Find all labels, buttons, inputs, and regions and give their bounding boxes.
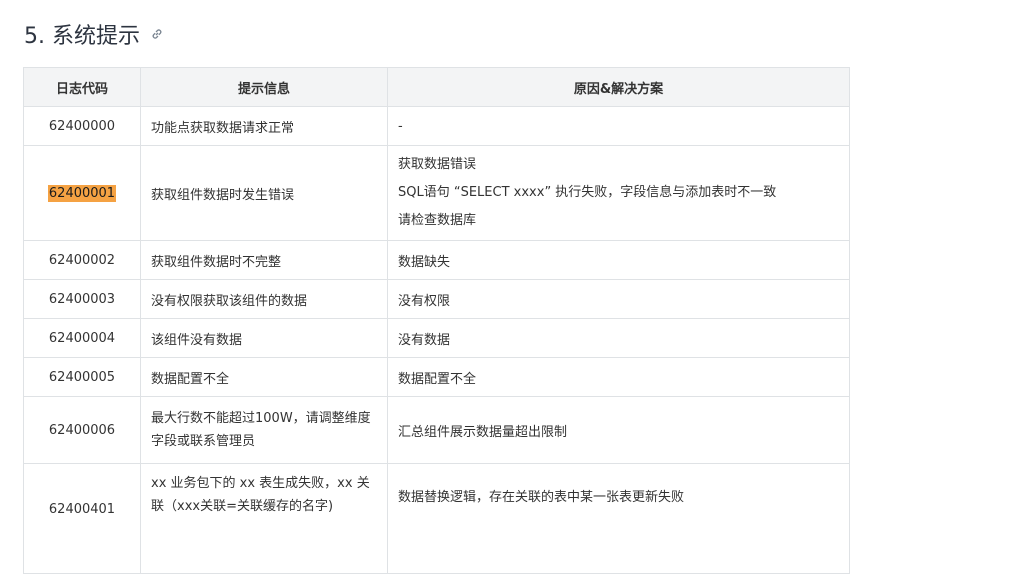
log-code-cell: 62400004 (23, 318, 141, 358)
message-cell: 最大行数不能超过100W，请调整维度字段或联系管理员 (140, 396, 388, 464)
log-code-cell: 62400002 (23, 240, 141, 280)
message-cell: 该组件没有数据 (140, 318, 388, 358)
log-code-cell: 62400005 (23, 357, 141, 397)
reason-line: 请检查数据库 (398, 213, 477, 228)
reason-cell: 没有数据 (387, 318, 850, 358)
table-row: 62400005 数据配置不全 数据配置不全 (23, 357, 850, 397)
table-row: 62400003 没有权限获取该组件的数据 没有权限 (23, 279, 850, 319)
header-reason: 原因&解决方案 (387, 67, 850, 107)
message-cell: 数据配置不全 (140, 357, 388, 397)
reason-cell: 数据替换逻辑，存在关联的表中某一张表更新失败 (387, 463, 850, 574)
log-code-cell: 62400000 (23, 106, 141, 146)
log-code-cell: 62400006 (23, 396, 141, 464)
reason-line: 获取数据错误 (398, 157, 477, 172)
header-message: 提示信息 (140, 67, 388, 107)
table-row: 62400000 功能点获取数据请求正常 - (23, 106, 850, 146)
reason-cell: 没有权限 (387, 279, 850, 319)
table-row: 62400401 xx 业务包下的 xx 表生成失败，xx 关联（xxx关联=关… (23, 463, 850, 574)
table-row: 62400002 获取组件数据时不完整 数据缺失 (23, 240, 850, 280)
link-icon[interactable] (150, 27, 164, 41)
log-code-cell: 62400001 (23, 145, 141, 241)
log-code-cell: 62400003 (23, 279, 141, 319)
reason-cell: 获取数据错误 SQL语句 “SELECT xxxx” 执行失败，字段信息与添加表… (387, 145, 850, 241)
section-heading: 5. 系统提示 (24, 18, 164, 50)
message-cell: 没有权限获取该组件的数据 (140, 279, 388, 319)
message-cell: xx 业务包下的 xx 表生成失败，xx 关联（xxx关联=关联缓存的名字) (140, 463, 388, 574)
message-cell: 功能点获取数据请求正常 (140, 106, 388, 146)
header-log-code: 日志代码 (23, 67, 141, 107)
message-cell: 获取组件数据时发生错误 (140, 145, 388, 241)
table-row: 62400001 获取组件数据时发生错误 获取数据错误 SQL语句 “SELEC… (23, 145, 850, 241)
reason-line: SQL语句 “SELECT xxxx” 执行失败，字段信息与添加表时不一致 (398, 185, 777, 200)
reason-cell: 数据缺失 (387, 240, 850, 280)
table-row: 62400006 最大行数不能超过100W，请调整维度字段或联系管理员 汇总组件… (23, 396, 850, 464)
reason-cell: 汇总组件展示数据量超出限制 (387, 396, 850, 464)
search-highlight: 62400001 (47, 184, 117, 202)
reason-cell: - (387, 106, 850, 146)
table-row: 62400004 该组件没有数据 没有数据 (23, 318, 850, 358)
log-code-cell: 62400401 (23, 463, 141, 574)
message-cell: 获取组件数据时不完整 (140, 240, 388, 280)
log-code-table: 日志代码 提示信息 原因&解决方案 62400000 功能点获取数据请求正常 -… (23, 67, 850, 574)
section-title: 5. 系统提示 (24, 24, 140, 49)
reason-cell: 数据配置不全 (387, 357, 850, 397)
